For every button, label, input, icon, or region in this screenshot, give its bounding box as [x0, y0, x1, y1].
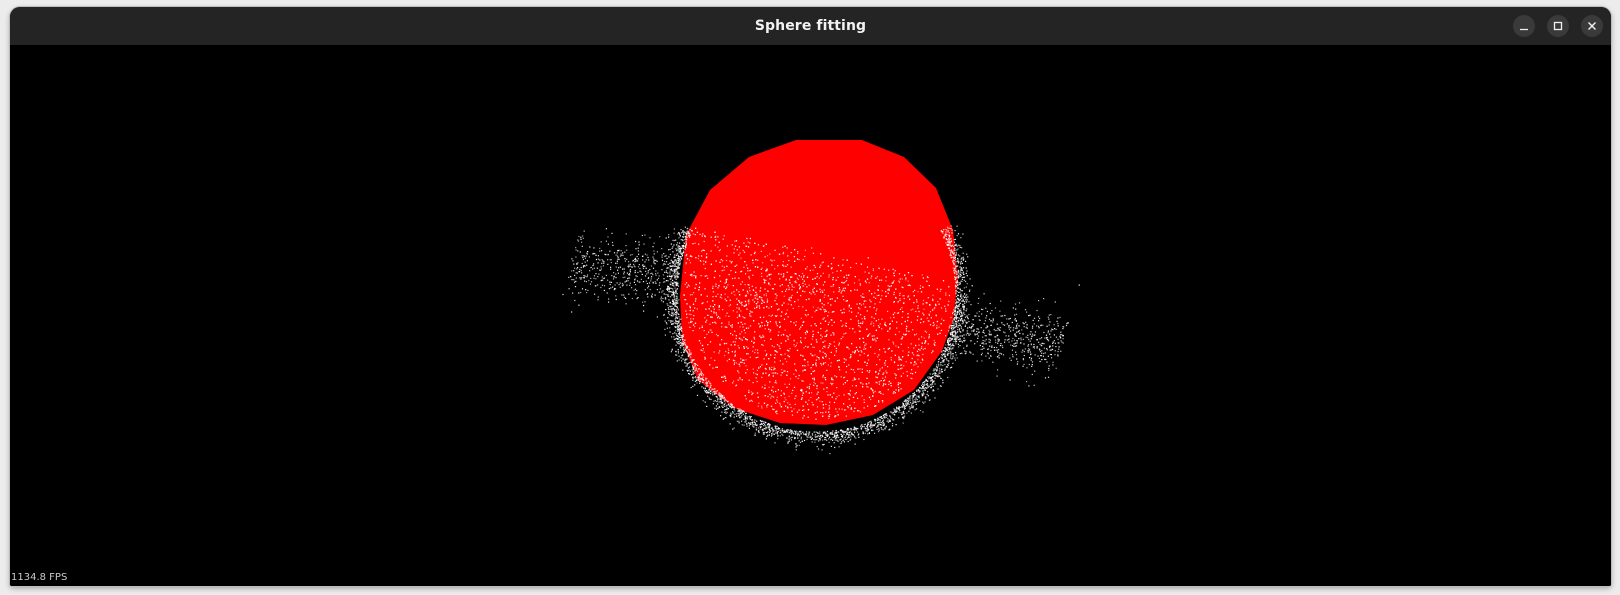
- scene-canvas[interactable]: [10, 45, 1611, 586]
- title-bar[interactable]: Sphere fitting: [10, 7, 1611, 45]
- close-button[interactable]: [1581, 15, 1603, 37]
- minimize-icon: [1520, 28, 1528, 31]
- fitted-sphere: [680, 140, 958, 425]
- window-title: Sphere fitting: [754, 18, 867, 34]
- maximize-button[interactable]: [1547, 15, 1569, 37]
- close-icon: [1588, 22, 1596, 30]
- render-viewport[interactable]: 1134.8 FPS: [10, 45, 1611, 586]
- app-window: Sphere fitting 1134.8 FPS: [10, 7, 1611, 586]
- minimize-button[interactable]: [1513, 15, 1535, 37]
- fps-counter: 1134.8 FPS: [11, 572, 68, 583]
- maximize-icon: [1553, 21, 1563, 31]
